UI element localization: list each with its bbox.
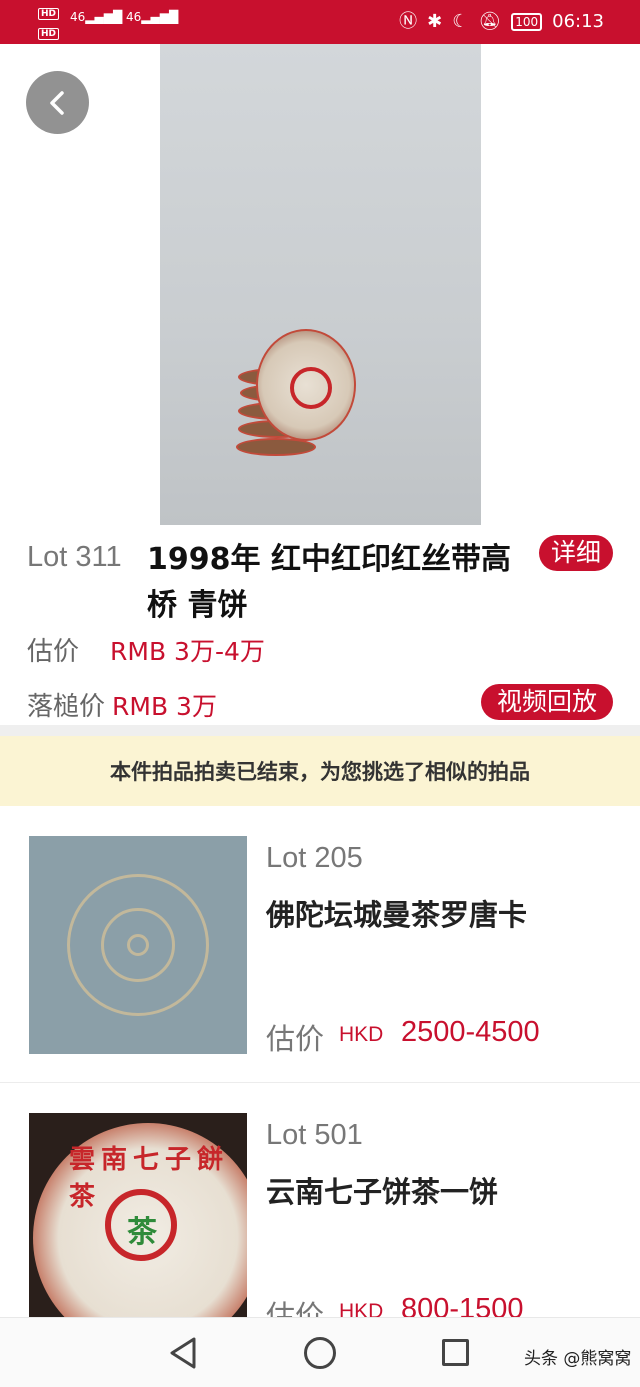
battery-icon: 100 [511, 13, 543, 31]
hero-image-area [0, 44, 640, 525]
mandala-ring [127, 934, 149, 956]
tea-emblem-char: 茶 [127, 1215, 157, 1250]
tea-cake-front [256, 329, 356, 441]
back-button[interactable] [26, 71, 89, 134]
similar-lot-thumbnail: 雲南七子餅茶 茶 [29, 1113, 247, 1331]
similar-lot-title: 佛陀坛城曼茶罗唐卡 [266, 898, 528, 932]
auction-ended-notice: 本件拍品拍卖已结束，为您挑选了相似的拍品 [0, 736, 640, 806]
detail-button[interactable]: 详细 [539, 535, 613, 571]
nfc-icon: Ⓝ [399, 11, 418, 32]
hammer-price-label: 落槌价 [27, 692, 106, 722]
nav-recent-icon[interactable] [442, 1339, 469, 1366]
watermark-text: 头条 @熊窝窝 [524, 1349, 632, 1369]
lot-title: 1998年 红中红印红丝带高桥 青饼 [147, 542, 511, 623]
lot-number: Lot 311 [27, 541, 122, 573]
signal-2-label: 46 [126, 10, 142, 24]
auction-lot-page: HD HD 46▂▄▆█ 46▂▄▆█ Ⓝ ✱ ☾ 🔕︎ 100 06:13 L… [0, 0, 640, 1387]
video-replay-button[interactable]: 视频回放 [481, 684, 613, 720]
sim-indicators: HD HD [38, 6, 60, 40]
similar-lot-item[interactable]: Lot 205 佛陀坛城曼茶罗唐卡 估价 HKD 2500-4500 [0, 806, 640, 1083]
hd-badge-2: HD [38, 28, 60, 40]
similar-lot-number: Lot 501 [266, 1119, 363, 1151]
hammer-price-value: RMB 3万 [112, 692, 217, 721]
similar-lot-thumbnail [29, 836, 247, 1054]
nav-home-icon[interactable] [304, 1337, 336, 1369]
signal-1-label: 46 [70, 10, 86, 24]
similar-currency: HKD [339, 1023, 384, 1046]
chevron-left-icon [49, 90, 64, 115]
similar-lot-number: Lot 205 [266, 842, 363, 874]
lot-info: Lot 311 1998年 红中红印红丝带高桥 青饼 详细 估价 RMB 3万-… [0, 525, 640, 725]
section-divider [0, 725, 640, 736]
status-bar: HD HD 46▂▄▆█ 46▂▄▆█ Ⓝ ✱ ☾ 🔕︎ 100 06:13 [0, 0, 640, 44]
lot-photo[interactable] [160, 44, 481, 525]
moon-icon: ☾ [452, 11, 469, 32]
bluetooth-icon: ✱ [427, 11, 443, 32]
estimate-label: 估价 [27, 637, 80, 667]
estimate-value: RMB 3万-4万 [110, 637, 265, 666]
nav-back-icon[interactable] [168, 1336, 198, 1370]
similar-estimate-label: 估价 [266, 1022, 325, 1056]
status-time: 06:13 [552, 11, 604, 32]
signal-icon: 46▂▄▆█ 46▂▄▆█ [70, 10, 179, 24]
similar-lot-title: 云南七子饼茶一饼 [266, 1175, 499, 1209]
status-right: Ⓝ ✱ ☾ 🔕︎ 100 06:13 [399, 10, 604, 34]
hd-badge-1: HD [38, 8, 60, 20]
system-nav-bar: 头条 @熊窝窝 [0, 1317, 640, 1387]
similar-estimate-range: 2500-4500 [401, 1016, 540, 1048]
mute-bell-icon: 🔕︎ [478, 11, 502, 32]
